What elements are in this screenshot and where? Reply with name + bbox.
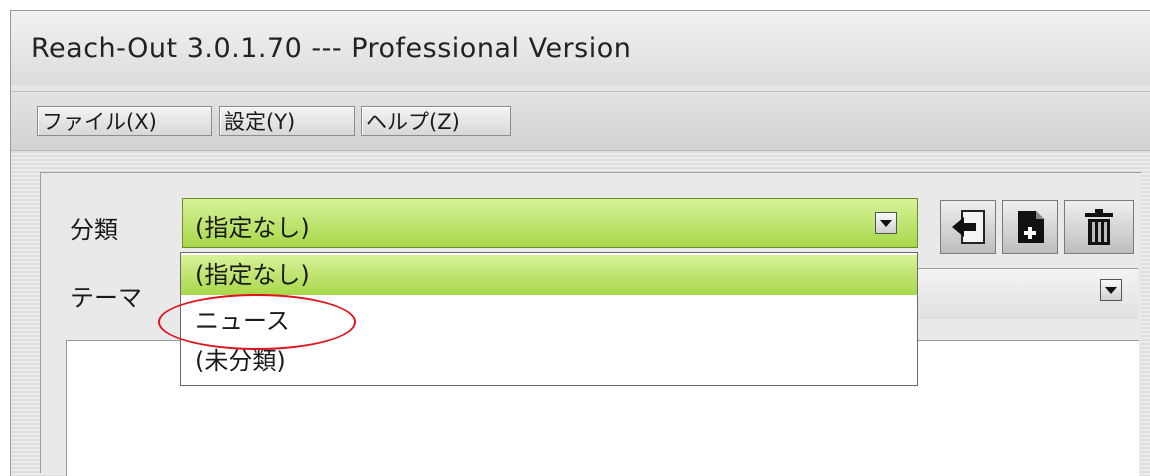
trash-icon (1085, 209, 1113, 245)
chevron-down-icon (1105, 286, 1117, 294)
category-dropdown-list: (指定なし) ニュース (未分類) (180, 252, 918, 386)
new-document-icon (1018, 211, 1044, 243)
menu-file[interactable]: ファイル(X) (37, 106, 212, 136)
theme-label: テーマ (70, 284, 142, 312)
new-document-button[interactable] (1002, 200, 1058, 254)
window-title: Reach-Out 3.0.1.70 --- Professional Vers… (31, 33, 632, 64)
menu-bar: ファイル(X) 設定(Y) ヘルプ(Z) (11, 91, 1150, 151)
import-icon (952, 210, 985, 244)
category-label: 分類 (70, 216, 118, 244)
title-bar: Reach-Out 3.0.1.70 --- Professional Vers… (11, 11, 1150, 85)
category-option-unspecified[interactable]: (指定なし) (181, 255, 917, 295)
theme-select[interactable] (918, 268, 1138, 319)
category-option-uncategorized[interactable]: (未分類) (181, 341, 917, 381)
category-dropdown-button[interactable] (875, 212, 897, 234)
menu-settings[interactable]: 設定(Y) (219, 106, 355, 136)
category-option-news[interactable]: ニュース (181, 301, 917, 341)
theme-dropdown-button[interactable] (1100, 279, 1122, 301)
category-selected-value: (指定なし) (195, 214, 310, 242)
chevron-down-icon (880, 219, 892, 227)
category-select[interactable]: (指定なし) (182, 198, 918, 248)
menu-help[interactable]: ヘルプ(Z) (361, 106, 511, 136)
import-button[interactable] (940, 200, 996, 254)
delete-button[interactable] (1064, 200, 1134, 254)
